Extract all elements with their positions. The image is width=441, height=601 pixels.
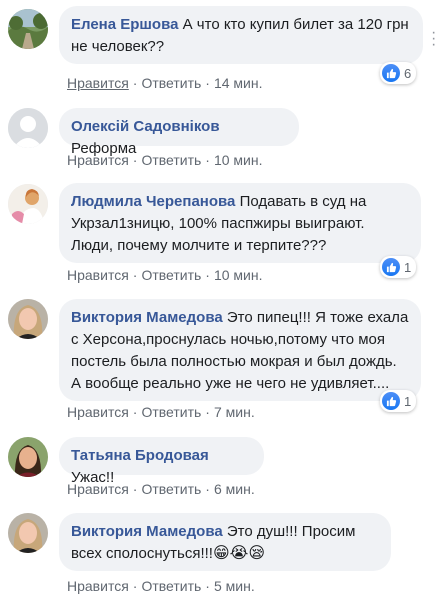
- separator: ·: [205, 267, 210, 283]
- reply-button[interactable]: Ответить: [141, 152, 201, 168]
- like-button[interactable]: Нравится: [67, 152, 129, 168]
- reply-button[interactable]: Ответить: [141, 481, 201, 497]
- user-photo-icon: [8, 513, 48, 553]
- comment-actions: Нравится · Ответить · 5 мин.: [67, 578, 255, 594]
- avatar[interactable]: [8, 184, 48, 224]
- avatar[interactable]: [8, 513, 48, 553]
- like-button[interactable]: Нравится: [67, 481, 129, 497]
- comment-timestamp[interactable]: 5 мин.: [214, 578, 255, 594]
- comment-actions: Нравится · Ответить · 14 мин.: [67, 75, 263, 91]
- comment-actions: Нравится · Ответить · 7 мин.: [67, 404, 255, 420]
- comment-author[interactable]: Виктория Мамедова: [71, 309, 223, 326]
- reaction-number: 1: [404, 259, 412, 275]
- reply-button[interactable]: Ответить: [141, 267, 201, 283]
- comment-bubble: Людмила Черепанова Подавать в суд на Укр…: [59, 183, 421, 263]
- comment-timestamp[interactable]: 10 мин.: [214, 152, 263, 168]
- reaction-count[interactable]: 1: [380, 256, 417, 278]
- comment-author[interactable]: Людмила Черепанова: [71, 193, 235, 210]
- comment-author[interactable]: Татьяна Бродовая: [71, 447, 209, 464]
- reaction-count[interactable]: 1: [380, 390, 417, 412]
- reply-button[interactable]: Ответить: [141, 404, 201, 420]
- emoji-reactions: 😁😭😪: [212, 545, 266, 562]
- landscape-photo-icon: [8, 9, 48, 49]
- separator: ·: [205, 404, 210, 420]
- separator: ·: [132, 578, 138, 594]
- like-button[interactable]: Нравится: [67, 578, 129, 594]
- comment-timestamp[interactable]: 10 мин.: [214, 267, 263, 283]
- separator: ·: [132, 75, 138, 91]
- more-options-icon[interactable]: · · ·: [431, 25, 436, 53]
- reaction-number: 1: [404, 393, 412, 409]
- separator: ·: [205, 152, 210, 168]
- avatar[interactable]: [8, 9, 48, 49]
- default-user-icon: [8, 108, 48, 148]
- reply-button[interactable]: Ответить: [141, 75, 201, 91]
- separator: ·: [132, 267, 138, 283]
- comment-bubble: Елена Ершова А что кто купил билет за 12…: [59, 6, 423, 64]
- comment-bubble: Виктория Мамедова Это душ!!! Просим всех…: [59, 513, 391, 571]
- comment-bubble: Татьяна Бродовая Ужас!!: [59, 437, 264, 486]
- reaction-count[interactable]: 6: [380, 62, 417, 84]
- thumbs-up-icon: [382, 392, 400, 410]
- reaction-number: 6: [404, 65, 412, 81]
- user-photo-icon: [8, 299, 48, 339]
- comment-author[interactable]: Олексій Садовніков: [71, 118, 220, 135]
- separator: ·: [132, 152, 138, 168]
- separator: ·: [205, 481, 210, 497]
- avatar[interactable]: [8, 299, 48, 339]
- comment-actions: Нравится · Ответить · 6 мин.: [67, 481, 255, 497]
- comment-timestamp[interactable]: 14 мин.: [214, 75, 263, 91]
- comment-timestamp[interactable]: 6 мин.: [214, 481, 255, 497]
- reply-button[interactable]: Ответить: [141, 578, 201, 594]
- thumbs-up-icon: [382, 64, 400, 82]
- thumbs-up-icon: [382, 258, 400, 276]
- comment-author[interactable]: Елена Ершова: [71, 16, 178, 33]
- like-button[interactable]: Нравится: [67, 267, 129, 283]
- like-button[interactable]: Нравится: [67, 404, 129, 420]
- comment-author[interactable]: Виктория Мамедова: [71, 523, 223, 540]
- separator: ·: [132, 481, 138, 497]
- user-photo-icon: [8, 437, 48, 477]
- comment-bubble: Виктория Мамедова Это пипец!!! Я тоже ех…: [59, 299, 421, 401]
- like-button[interactable]: Нравится: [67, 75, 129, 91]
- avatar[interactable]: [8, 437, 48, 477]
- comment-actions: Нравится · Ответить · 10 мин.: [67, 267, 263, 283]
- comment-timestamp[interactable]: 7 мин.: [214, 404, 255, 420]
- comment-bubble: Олексій Садовніков Реформа: [59, 108, 299, 157]
- separator: ·: [205, 75, 210, 91]
- separator: ·: [205, 578, 210, 594]
- comment-actions: Нравится · Ответить · 10 мин.: [67, 152, 263, 168]
- separator: ·: [132, 404, 138, 420]
- avatar[interactable]: [8, 108, 48, 148]
- user-photo-icon: [8, 184, 48, 224]
